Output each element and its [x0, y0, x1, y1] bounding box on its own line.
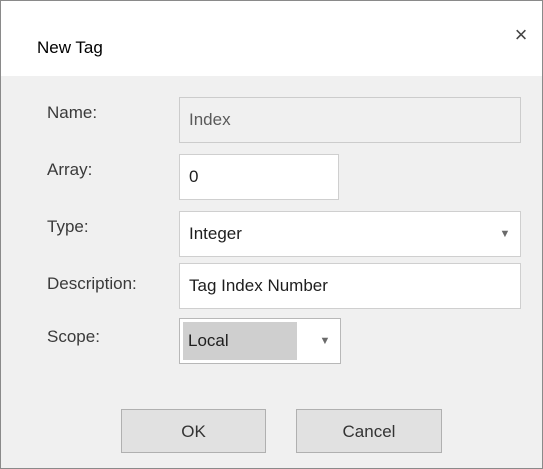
description-label: Description:: [47, 274, 137, 293]
description-field[interactable]: Tag Index Number: [179, 263, 521, 309]
name-field[interactable]: Index: [179, 97, 521, 143]
new-tag-dialog: New Tag × Name: Index Array: 0 Type: Int…: [0, 0, 543, 469]
array-label: Array:: [47, 160, 93, 179]
description-value: Tag Index Number: [189, 276, 328, 295]
type-select[interactable]: Integer ▼: [179, 211, 521, 257]
chevron-down-icon[interactable]: ▼: [490, 212, 520, 256]
cancel-button[interactable]: Cancel: [296, 409, 442, 453]
dialog-title: New Tag: [37, 38, 103, 57]
dialog-titlebar: New Tag ×: [1, 1, 542, 76]
scope-select[interactable]: Local ▼: [179, 318, 341, 364]
ok-button[interactable]: OK: [121, 409, 266, 453]
scope-value: Local: [183, 322, 297, 360]
scope-label: Scope:: [47, 327, 100, 346]
type-label: Type:: [47, 217, 89, 236]
type-value: Integer: [189, 224, 242, 243]
chevron-down-icon[interactable]: ▼: [310, 319, 340, 363]
array-value: 0: [189, 167, 199, 186]
name-label: Name:: [47, 103, 98, 122]
close-icon[interactable]: ×: [499, 15, 543, 55]
name-value: Index: [189, 110, 231, 129]
array-field[interactable]: 0: [179, 154, 339, 200]
